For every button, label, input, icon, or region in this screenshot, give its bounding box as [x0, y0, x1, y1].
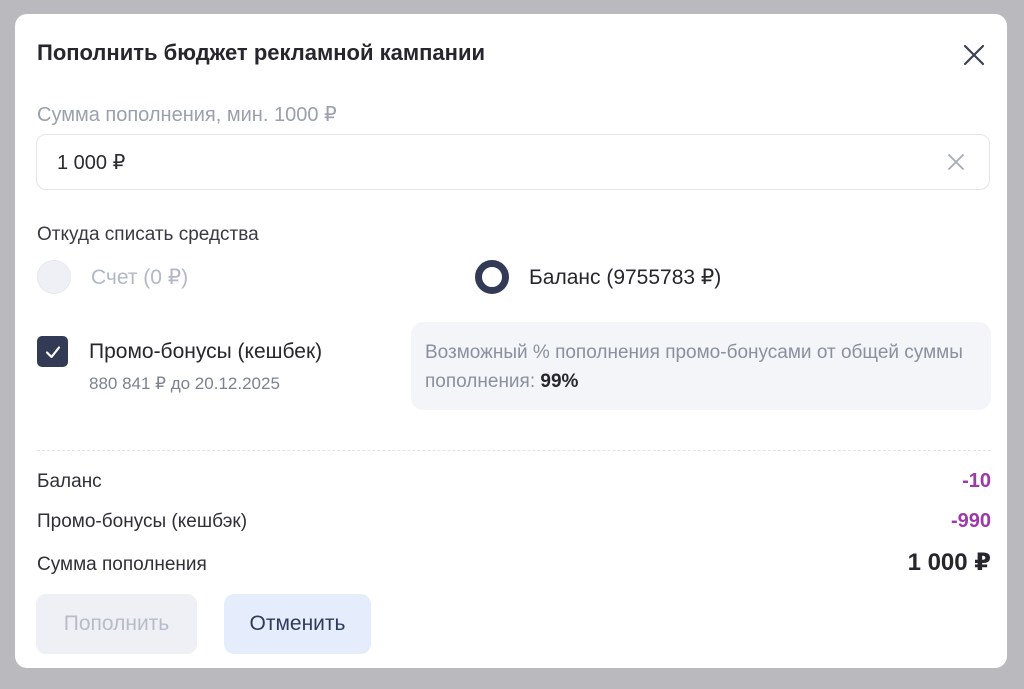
- close-icon: [963, 44, 985, 66]
- summary-total-label: Сумма пополнения: [37, 554, 207, 575]
- summary-total-value: 1 000 ₽: [907, 549, 991, 576]
- clear-amount-button[interactable]: [943, 149, 969, 175]
- submit-button[interactable]: Пополнить: [36, 594, 197, 654]
- source-label: Откуда списать средства: [37, 224, 259, 245]
- clear-icon: [948, 154, 964, 170]
- amount-label: Сумма пополнения, мин. 1000 ₽: [37, 104, 337, 126]
- radio-account-circle[interactable]: [37, 260, 71, 294]
- summary-balance-label: Баланс: [37, 471, 102, 492]
- amount-field: [36, 134, 990, 190]
- summary-promo-value: -990: [950, 510, 991, 532]
- promo-bonus-title: Промо-бонусы (кешбек): [89, 340, 323, 363]
- promo-info-box: Возможный % пополнения промо-бонусами от…: [411, 322, 991, 410]
- cancel-button[interactable]: Отменить: [224, 594, 371, 654]
- summary-row-balance: Баланс -10: [37, 470, 991, 493]
- summary-row-promo: Промо-бонусы (кешбэк) -990: [37, 510, 991, 533]
- summary-balance-value: -10: [962, 470, 991, 492]
- promo-info-text: Возможный % пополнения промо-бонусами от…: [425, 342, 963, 392]
- check-icon: [45, 345, 60, 358]
- divider: [37, 450, 991, 451]
- radio-option-account[interactable]: Счет (0 ₽): [37, 260, 188, 294]
- close-button[interactable]: [959, 40, 989, 70]
- modal-title: Пополнить бюджет рекламной кампании: [37, 40, 486, 65]
- radio-balance-circle[interactable]: [475, 260, 509, 294]
- promo-bonus-checkbox[interactable]: [37, 336, 68, 367]
- promo-bonus-subtitle: 880 841 ₽ до 20.12.2025: [89, 374, 280, 393]
- amount-input[interactable]: [57, 135, 917, 189]
- radio-option-balance[interactable]: Баланс (9755783 ₽): [475, 260, 721, 294]
- radio-account-label: Счет (0 ₽): [91, 265, 189, 289]
- summary-promo-label: Промо-бонусы (кешбэк): [37, 511, 248, 532]
- promo-info-percent: 99%: [540, 371, 579, 392]
- radio-balance-label: Баланс (9755783 ₽): [529, 265, 722, 289]
- top-up-modal: Пополнить бюджет рекламной кампании Сумм…: [15, 14, 1007, 668]
- summary-row-total: Сумма пополнения 1 000 ₽: [37, 548, 991, 577]
